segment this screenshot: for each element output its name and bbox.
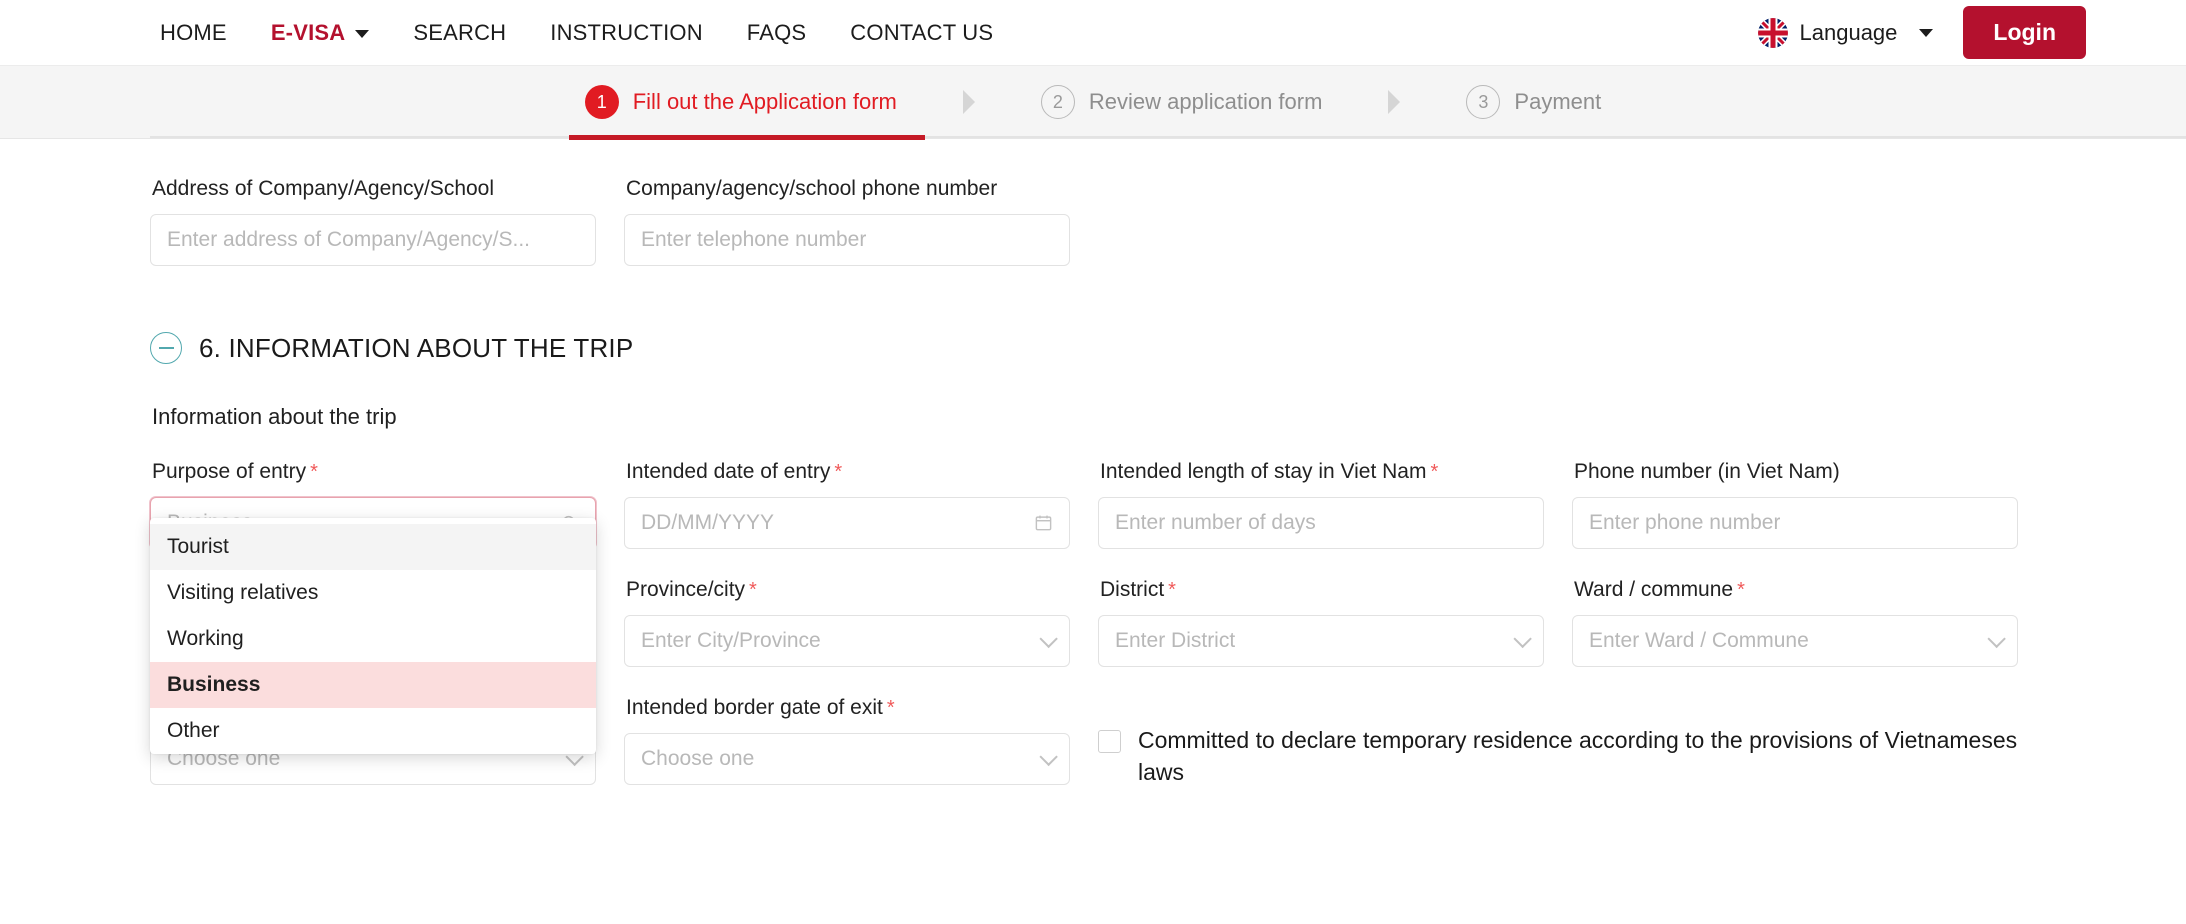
section-header-trip: 6. INFORMATION ABOUT THE TRIP (150, 332, 2036, 364)
district-placeholder: Enter District (1115, 629, 1236, 652)
step-3-label: Payment (1514, 89, 1602, 114)
nav-item-instruction[interactable]: INSTRUCTION (550, 20, 703, 46)
required-marker: * (1737, 579, 1745, 601)
field-province-city: Province/city * Enter City/Province (624, 578, 1070, 667)
intended-date-of-entry-input[interactable]: DD/MM/YYYY (624, 497, 1070, 549)
top-navigation-bar: HOME E-VISA SEARCH INSTRUCTION FAQS CONT… (0, 0, 2186, 66)
chevron-down-icon (1039, 629, 1058, 649)
field-company-address: Address of Company/Agency/School Enter a… (150, 177, 596, 266)
commitment-area: Committed to declare temporary residence… (1098, 696, 2038, 788)
nav-item-home[interactable]: HOME (160, 20, 227, 46)
purpose-of-entry-label: Purpose of entry * (152, 460, 318, 483)
company-address-placeholder: Enter address of Company/Agency/S... (167, 228, 531, 251)
nav-item-evisa[interactable]: E-VISA (271, 20, 370, 46)
border-gate-exit-placeholder: Choose one (641, 747, 755, 770)
required-marker: * (886, 697, 895, 719)
step-1-label: Fill out the Application form (632, 89, 897, 114)
step-2-label: Review application form (1088, 89, 1323, 114)
section-title: 6. INFORMATION ABOUT THE TRIP (199, 332, 634, 363)
step-3-number: 3 (1466, 85, 1501, 119)
chevron-down-icon (1039, 747, 1058, 767)
field-ward-commune: Ward / commune * Enter Ward / Commune (1572, 578, 2018, 667)
login-button[interactable]: Login (1963, 6, 2086, 59)
trip-row-1: Purpose of entry* Business Tourist Visit… (150, 460, 2036, 754)
section-subtitle: Information about the trip (152, 404, 397, 429)
dropdown-option-business[interactable]: Business (150, 662, 596, 708)
field-district: District * Enter District (1098, 578, 1544, 667)
step-payment[interactable]: 3 Payment (1450, 85, 1617, 119)
province-city-select[interactable]: Enter City/Province (624, 615, 1070, 667)
stepper-baseline (150, 136, 2186, 138)
border-gate-exit-label: Intended border gate of exit * (626, 696, 895, 719)
intended-length-of-stay-placeholder: Enter number of days (1115, 511, 1316, 534)
province-city-placeholder: Enter City/Province (641, 629, 821, 652)
dropdown-option-other[interactable]: Other (150, 708, 596, 754)
nav-item-evisa-label: E-VISA (270, 19, 346, 45)
nav-right-group: Language Login (1757, 6, 2086, 59)
district-select[interactable]: Enter District (1098, 615, 1544, 667)
field-phone-number-vietnam: Phone number (in Viet Nam) Enter phone n… (1572, 460, 2018, 549)
purpose-of-entry-dropdown[interactable]: Tourist Visiting relatives Working Busin… (150, 518, 596, 754)
company-address-input[interactable]: Enter address of Company/Agency/S... (150, 214, 596, 266)
language-label: Language (1799, 19, 1898, 45)
step-fill-out-application-form[interactable]: 1 Fill out the Application form (568, 85, 926, 140)
required-marker: * (749, 579, 757, 601)
step-separator-icon (1388, 90, 1401, 114)
ward-commune-label: Ward / commune * (1574, 578, 1745, 601)
intended-date-of-entry-label: Intended date of entry * (626, 460, 843, 483)
dropdown-option-working[interactable]: Working (150, 616, 596, 662)
application-form-content: Address of Company/Agency/School Enter a… (0, 139, 2186, 788)
field-intended-date-of-entry: Intended date of entry * DD/MM/YYYY (624, 460, 1070, 549)
company-phone-input[interactable]: Enter telephone number (624, 214, 1070, 266)
commitment-checkbox[interactable] (1098, 730, 1121, 753)
calendar-icon (1034, 514, 1053, 533)
step-review-application-form[interactable]: 2 Review application form (1025, 85, 1339, 119)
field-border-gate-exit: Intended border gate of exit * Choose one (624, 696, 1070, 788)
application-stepper: 1 Fill out the Application form 2 Review… (0, 66, 2186, 140)
step-1-number: 1 (584, 85, 619, 119)
required-marker: * (1430, 461, 1439, 483)
chevron-down-icon (1919, 28, 1934, 37)
field-purpose-of-entry: Purpose of entry* Business Tourist Visit… (150, 460, 596, 754)
dropdown-option-tourist[interactable]: Tourist (150, 524, 596, 570)
phone-number-vietnam-input[interactable]: Enter phone number (1572, 497, 2018, 549)
nav-item-search[interactable]: SEARCH (413, 20, 506, 46)
chevron-down-icon (355, 29, 370, 38)
step-separator-icon (962, 90, 975, 114)
nav-item-faqs[interactable]: FAQS (747, 20, 807, 46)
field-intended-length-of-stay: Intended length of stay in Viet Nam * Ent… (1098, 460, 1544, 549)
phone-number-vietnam-label: Phone number (in Viet Nam) (1574, 460, 1840, 483)
ward-commune-placeholder: Enter Ward / Commune (1589, 629, 1809, 652)
language-selector[interactable]: Language (1757, 17, 1934, 48)
intended-date-of-entry-placeholder: DD/MM/YYYY (641, 511, 775, 534)
company-phone-label: Company/agency/school phone number (626, 177, 998, 200)
company-info-row: Address of Company/Agency/School Enter a… (150, 139, 2036, 266)
commitment-label: Committed to declare temporary residence… (1138, 727, 2018, 785)
commitment-checkbox-row[interactable]: Committed to declare temporary residence… (1098, 725, 2038, 788)
nav-links: HOME E-VISA SEARCH INSTRUCTION FAQS CONT… (160, 20, 993, 46)
step-2-number: 2 (1040, 85, 1075, 119)
uk-flag-icon (1757, 17, 1788, 48)
dropdown-option-visiting-relatives[interactable]: Visiting relatives (150, 570, 596, 616)
company-phone-placeholder: Enter telephone number (641, 228, 867, 251)
company-address-label: Address of Company/Agency/School (152, 177, 495, 200)
border-gate-exit-select[interactable]: Choose one (624, 733, 1070, 785)
chevron-down-icon (1513, 629, 1532, 649)
field-company-phone: Company/agency/school phone number Enter… (624, 177, 1070, 266)
nav-item-contact-us[interactable]: CONTACT US (850, 20, 993, 46)
chevron-down-icon (565, 747, 584, 767)
intended-length-of-stay-label: Intended length of stay in Viet Nam * (1100, 460, 1439, 483)
province-city-label: Province/city * (626, 578, 757, 601)
ward-commune-select[interactable]: Enter Ward / Commune (1572, 615, 2018, 667)
intended-length-of-stay-input[interactable]: Enter number of days (1098, 497, 1544, 549)
required-marker: * (1168, 579, 1176, 601)
minus-circle-icon[interactable] (150, 332, 182, 364)
district-label: District * (1100, 578, 1176, 601)
required-marker: * (310, 461, 318, 483)
required-marker: * (834, 461, 843, 483)
phone-number-vietnam-placeholder: Enter phone number (1589, 511, 1781, 534)
chevron-down-icon (1987, 629, 2006, 649)
